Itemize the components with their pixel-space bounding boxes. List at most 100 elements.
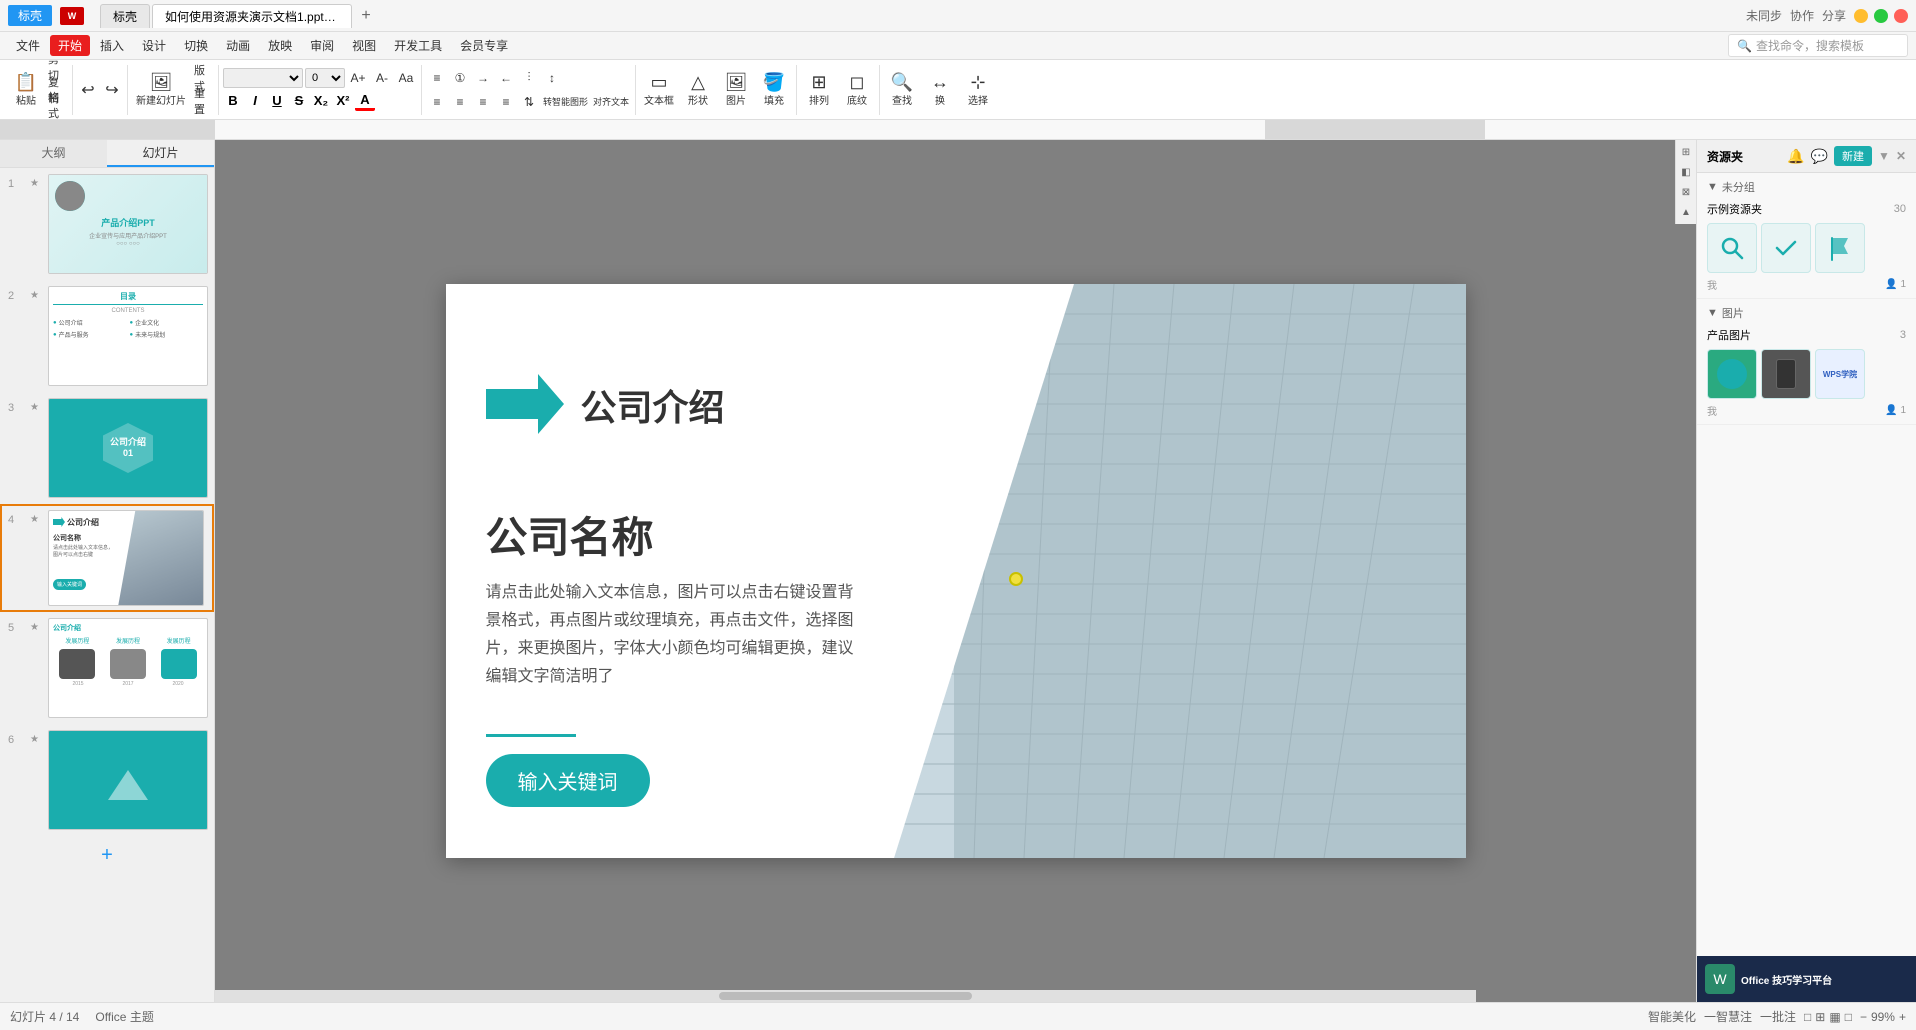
slide-item-3[interactable]: 3 ★ 公司介绍01 <box>0 392 214 504</box>
indent-decrease-button[interactable]: ← <box>495 67 517 89</box>
menu-start[interactable]: 开始 <box>50 35 90 56</box>
smart-convert-button[interactable]: 转智能图形 <box>541 91 590 113</box>
superscript-button[interactable]: X² <box>333 91 353 111</box>
align-text-button[interactable]: 对齐文本 <box>591 91 631 113</box>
strikethrough-button[interactable]: S <box>289 91 309 111</box>
menu-file[interactable]: 文件 <box>8 35 48 56</box>
phone-asset[interactable] <box>1761 349 1811 399</box>
canvas-area[interactable]: 公司介绍 公司名称 请点击此处输入文本信息，图片可以点击右键设置背景格式，再点图… <box>215 140 1696 1002</box>
slide-item-4[interactable]: 4 ★ 公司介绍 公司名称 请点击此处输入文本信息，图片可以点击右键 输入关键词 <box>0 504 214 612</box>
slide-item-1[interactable]: 1 ★ 产品介绍PPT 企业宣传与应用产品介绍PPT ○○○ ○○○ <box>0 168 214 280</box>
replace-button[interactable]: ↔ 换 <box>922 68 958 112</box>
font-clear-button[interactable]: Aa <box>395 67 417 89</box>
list-bullet-button[interactable]: ≡ <box>426 67 448 89</box>
tab-inactive[interactable]: 标壳 <box>100 4 150 28</box>
maximize-button[interactable] <box>1874 9 1888 23</box>
columns-button[interactable]: ⫶ <box>518 67 540 89</box>
menu-review[interactable]: 审阅 <box>302 35 342 56</box>
format-brush-button[interactable]: 格式刷 <box>46 102 68 121</box>
side-icon-2[interactable]: ◧ <box>1678 164 1694 180</box>
view-normal-button[interactable]: □ <box>1804 1010 1811 1024</box>
minimize-button[interactable] <box>1854 9 1868 23</box>
menu-transition[interactable]: 切换 <box>176 35 216 56</box>
slides-tab[interactable]: 幻灯片 <box>107 140 214 167</box>
textbox-button[interactable]: ▭ 文本框 <box>640 68 678 112</box>
menu-view[interactable]: 视图 <box>344 35 384 56</box>
text-direction-button[interactable]: ⇅ <box>518 91 540 113</box>
add-tab-button[interactable]: + <box>354 4 378 28</box>
font-increase-button[interactable]: A+ <box>347 67 369 89</box>
share-button[interactable]: 分享 <box>1822 7 1846 24</box>
list-number-button[interactable]: ① <box>449 67 471 89</box>
scrollbar-thumb[interactable] <box>719 992 971 1000</box>
shadow-button[interactable]: ◻ 底纹 <box>839 68 875 112</box>
menu-insert[interactable]: 插入 <box>92 35 132 56</box>
new-resource-button[interactable]: 新建 <box>1834 146 1872 166</box>
view-notes-button[interactable]: ▦ <box>1829 1010 1840 1024</box>
line-spacing-button[interactable]: ↕ <box>541 67 563 89</box>
italic-button[interactable]: I <box>245 91 265 111</box>
align-right-button[interactable]: ≡ <box>472 91 494 113</box>
menu-slideshow[interactable]: 放映 <box>260 35 300 56</box>
collaborate-button[interactable]: 协作 <box>1790 7 1814 24</box>
arrange-button[interactable]: ⊞ 排列 <box>801 68 837 112</box>
slide-item-5[interactable]: 5 ★ 公司介绍 发展历程 发展历程 发展历程 201520172020 <box>0 612 214 724</box>
side-icon-4[interactable]: ▲ <box>1678 204 1694 220</box>
font-name-select[interactable] <box>223 68 303 88</box>
underline-button[interactable]: U <box>267 91 287 111</box>
font-decrease-button[interactable]: A- <box>371 67 393 89</box>
menu-animation[interactable]: 动画 <box>218 35 258 56</box>
panel-settings-icon[interactable]: ▼ <box>1878 149 1890 163</box>
reset-button[interactable]: 重置 <box>192 90 214 112</box>
tab-active[interactable]: 如何使用资源夹演示文档1.pptx <box>152 4 352 28</box>
align-left-button[interactable]: ≡ <box>426 91 448 113</box>
new-slide-button[interactable]: 🖼 新建幻灯片 <box>132 68 190 112</box>
font-size-select[interactable]: 0 <box>305 68 345 88</box>
image-button[interactable]: 🖼 图片 <box>718 68 754 112</box>
add-slide-button[interactable]: + <box>0 836 214 875</box>
bold-button[interactable]: B <box>223 91 243 111</box>
comment-icon[interactable]: 💬 <box>1811 148 1828 165</box>
menu-devtools[interactable]: 开发工具 <box>386 35 450 56</box>
smart-beautify-button[interactable]: 智能美化 <box>1648 1008 1696 1025</box>
horizontal-scrollbar[interactable] <box>215 990 1476 1002</box>
menu-member[interactable]: 会员专享 <box>452 35 516 56</box>
green-circle-asset[interactable] <box>1707 349 1757 399</box>
check-asset-icon[interactable] <box>1761 223 1811 273</box>
side-icon-1[interactable]: ⊞ <box>1678 144 1694 160</box>
zoom-out-button[interactable]: − <box>1860 1010 1867 1024</box>
slide-cta-button[interactable]: 输入关键词 <box>486 754 650 807</box>
select-button[interactable]: ⊹ 选择 <box>960 68 996 112</box>
align-center-button[interactable]: ≡ <box>449 91 471 113</box>
shape-button[interactable]: △ 形状 <box>680 68 716 112</box>
fill-button[interactable]: 🪣 填充 <box>756 68 792 112</box>
view-reading-button[interactable]: □ <box>1845 1010 1852 1024</box>
slide-item-6[interactable]: 6 ★ <box>0 724 214 836</box>
side-icon-3[interactable]: ⊠ <box>1678 184 1694 200</box>
batch-comment-button[interactable]: 一批注 <box>1760 1008 1796 1025</box>
redo-button[interactable]: ↪ <box>101 79 123 101</box>
outline-tab[interactable]: 大纲 <box>0 140 107 167</box>
wps-academy-asset[interactable]: WPS学院 <box>1815 349 1865 399</box>
undo-button[interactable]: ↩ <box>77 79 99 101</box>
flag-asset-icon[interactable] <box>1815 223 1865 273</box>
smart-comment-button[interactable]: 一智慧注 <box>1704 1008 1752 1025</box>
align-justify-button[interactable]: ≡ <box>495 91 517 113</box>
view-grid-button[interactable]: ⊞ <box>1815 1010 1825 1024</box>
panel-close-icon[interactable]: ✕ <box>1896 149 1906 163</box>
close-button[interactable] <box>1894 9 1908 23</box>
search-box[interactable]: 🔍 查找命令，搜索模板 <box>1728 34 1908 57</box>
slide-item-2[interactable]: 2 ★ 目录 CONTENTS ● 公司介绍 ● 企业文化 ● 产品与服务 ● … <box>0 280 214 392</box>
zoom-in-button[interactable]: + <box>1899 1010 1906 1024</box>
paste-button[interactable]: 📋 粘贴 <box>8 68 44 112</box>
search-asset-icon[interactable] <box>1707 223 1757 273</box>
wps-academy-banner[interactable]: W Office 技巧学习平台 <box>1697 956 1916 1002</box>
find-button[interactable]: 🔍 查找 <box>884 68 920 112</box>
notification-icon[interactable]: 🔔 <box>1787 148 1804 165</box>
font-color-button[interactable]: A <box>355 91 375 111</box>
home-button[interactable]: 标壳 <box>8 5 52 26</box>
menu-design[interactable]: 设计 <box>134 35 174 56</box>
subscript-button[interactable]: X₂ <box>311 91 331 111</box>
sync-status[interactable]: 未同步 <box>1746 7 1782 24</box>
indent-increase-button[interactable]: → <box>472 67 494 89</box>
